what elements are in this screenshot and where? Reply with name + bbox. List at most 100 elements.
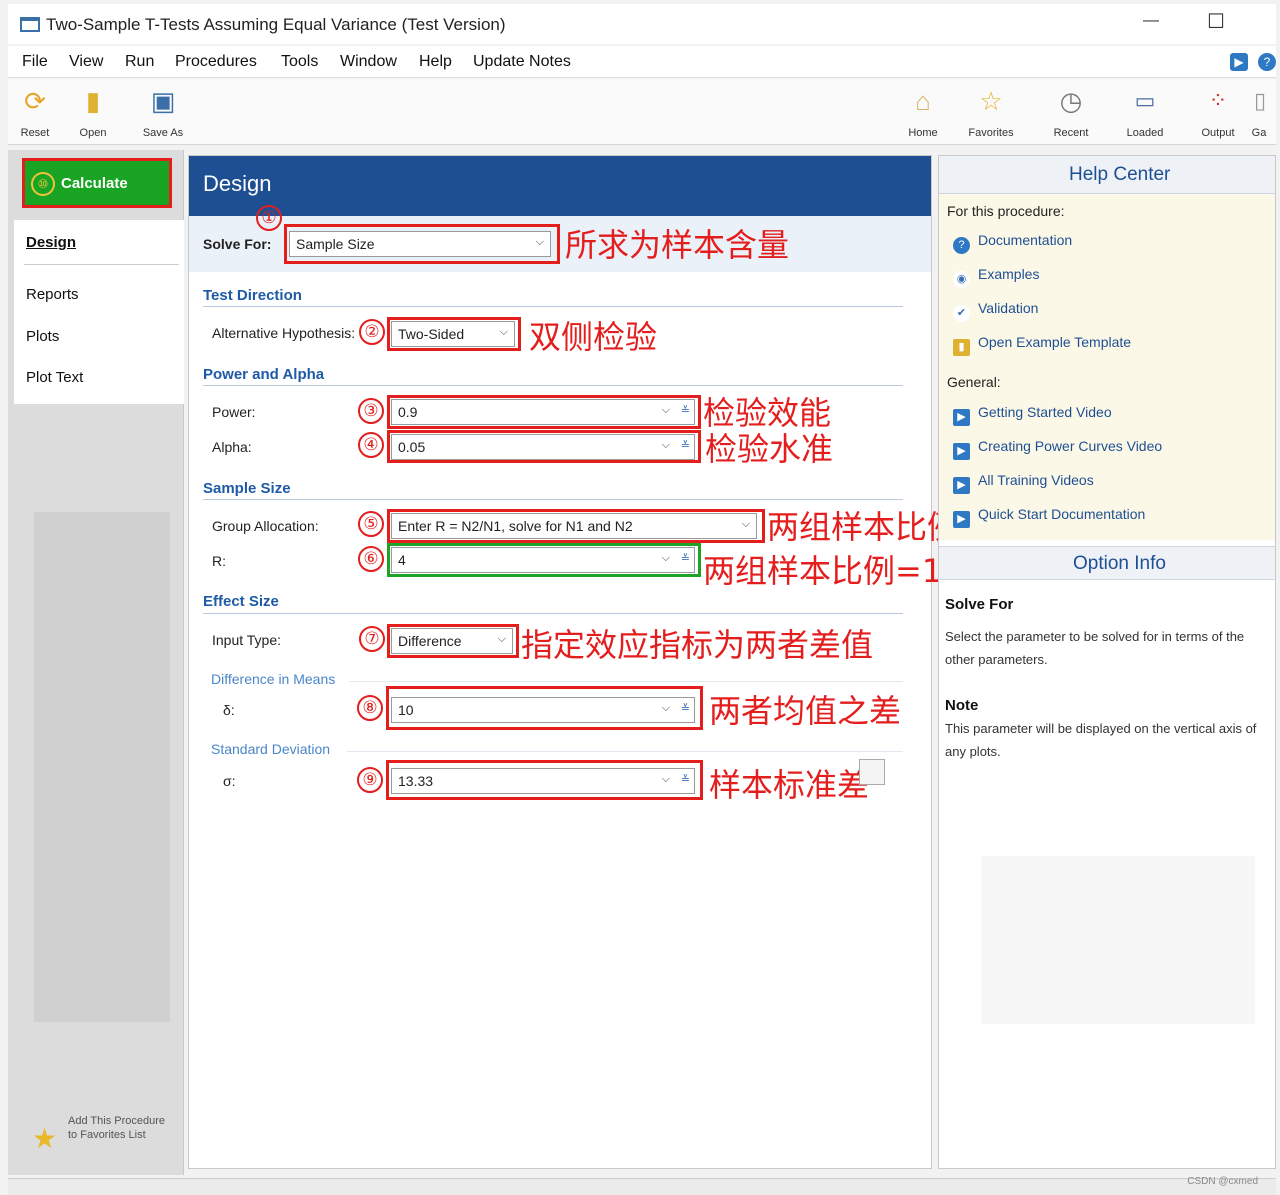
reset-icon: ⟳ — [24, 86, 46, 116]
option-solve-for-text: Select the parameter to be solved for in… — [945, 629, 1245, 667]
link-all-training-videos[interactable]: ▶ All Training Videos — [953, 472, 1094, 494]
nav-empty-area — [34, 512, 170, 1022]
delta-label: δ: — [223, 702, 235, 718]
status-bar — [8, 1178, 1276, 1195]
link-open-example-template-label: Open Example Template — [978, 334, 1132, 350]
help-center-panel: Help Center For this procedure: ? Documen… — [938, 155, 1276, 1169]
option-note-text: This parameter will be displayed on the … — [945, 721, 1257, 759]
section-divider — [203, 613, 903, 614]
annotation-8: 两者均值之差 — [709, 692, 902, 730]
calculate-button[interactable]: ⑩ Calculate — [22, 158, 172, 208]
link-getting-started-video[interactable]: ▶ Getting Started Video — [953, 404, 1112, 426]
annotation-number-9: ⑨ — [357, 767, 383, 793]
menu-run[interactable]: Run — [125, 53, 154, 71]
annotation-number-5: ⑤ — [358, 511, 384, 537]
link-quick-start-documentation[interactable]: ▶ Quick Start Documentation — [953, 506, 1145, 528]
section-power-alpha: Power and Alpha — [203, 366, 325, 383]
nav-plots[interactable]: Plots — [26, 328, 59, 345]
output-button[interactable]: ⁘ Output — [1188, 81, 1248, 143]
sigma-label: σ: — [223, 773, 236, 789]
annotation-box-4 — [387, 430, 701, 463]
gallery-button[interactable]: ▯ Ga — [1244, 81, 1274, 143]
annotation-number-4: ④ — [358, 432, 384, 458]
difference-in-means-label: Difference in Means — [211, 671, 336, 687]
annotation-box-2 — [387, 317, 521, 351]
option-solve-for-heading: Solve For — [945, 596, 1014, 613]
video-icon: ▶ — [953, 477, 970, 494]
annotation-number-1: ① — [256, 205, 282, 231]
add-to-favorites[interactable]: ★ Add This Procedure to Favorites List — [32, 1114, 172, 1162]
section-effect-size: Effect Size — [203, 593, 279, 610]
annotation-9: 样本标准差 — [709, 766, 870, 804]
open-icon: ▮ — [85, 86, 101, 116]
video-icon[interactable]: ▶ — [1230, 53, 1248, 71]
menu-help[interactable]: Help — [419, 53, 452, 71]
help-empty-area — [981, 856, 1255, 1024]
open-button[interactable]: ▮ Open — [63, 81, 123, 143]
annotation-1: 所求为样本含量 — [565, 226, 790, 264]
home-button[interactable]: ⌂ Home — [893, 81, 953, 143]
save-icon: ▣ — [150, 86, 176, 116]
minimize-button[interactable]: — — [1136, 12, 1166, 30]
menu-update-notes[interactable]: Update Notes — [473, 53, 571, 71]
recent-label: Recent — [1053, 127, 1089, 139]
save-as-button[interactable]: ▣ Save As — [133, 81, 193, 143]
nav-plot-text[interactable]: Plot Text — [26, 369, 83, 386]
design-header: Design — [189, 156, 931, 216]
link-validation[interactable]: ✔ Validation — [953, 300, 1038, 322]
annotation-box-5 — [387, 509, 765, 543]
favorites-button[interactable]: ☆ Favorites — [961, 81, 1021, 143]
menu-window[interactable]: Window — [340, 53, 397, 71]
menu-procedures[interactable]: Procedures — [175, 53, 257, 71]
recent-button[interactable]: ◷ Recent — [1041, 81, 1101, 143]
video-icon: ▶ — [953, 409, 970, 426]
annotation-box-8 — [386, 686, 703, 730]
link-open-example-template[interactable]: ▮ Open Example Template — [953, 334, 1131, 356]
link-all-training-videos-label: All Training Videos — [978, 472, 1094, 488]
calculator-icon[interactable] — [859, 759, 885, 785]
design-panel: Design Solve For: Sample Size ⌵ ① 所求为样本含… — [188, 155, 1023, 1169]
link-examples[interactable]: ◉ Examples — [953, 266, 1039, 288]
annotation-6: 两组样本比例=1:4 — [703, 552, 974, 590]
option-info-title: Option Info — [1073, 553, 1166, 574]
menu-bar: File View Run Procedures Tools Window He… — [8, 46, 1276, 78]
loaded-button[interactable]: ▭ Loaded — [1115, 81, 1175, 143]
clock-icon: ◷ — [1059, 86, 1083, 116]
video-icon: ▶ — [953, 511, 970, 528]
link-documentation[interactable]: ? Documentation — [953, 232, 1072, 254]
help-icon[interactable]: ? — [1258, 53, 1276, 71]
annotation-2: 双侧检验 — [529, 318, 658, 356]
calculate-step-number: ⑩ — [31, 172, 55, 196]
maximize-button[interactable]: ☐ — [1201, 9, 1231, 34]
output-label: Output — [1201, 127, 1235, 139]
menu-tools[interactable]: Tools — [281, 53, 318, 71]
save-as-label: Save As — [142, 127, 184, 139]
input-type-label: Input Type: — [212, 632, 282, 648]
group-allocation-label: Group Allocation: — [212, 518, 319, 534]
menu-file[interactable]: File — [22, 53, 48, 71]
reset-button[interactable]: ⟳ Reset — [5, 81, 65, 143]
power-label: Power: — [212, 404, 256, 420]
help-center-header: Help Center — [939, 156, 1275, 194]
nav-reports[interactable]: Reports — [26, 286, 79, 303]
annotation-number-2: ② — [359, 319, 385, 345]
section-divider — [203, 306, 903, 307]
general-label: General: — [947, 374, 1001, 390]
nav-divider — [24, 264, 179, 265]
watermark: CSDN @cxmed — [1187, 1176, 1258, 1187]
annotation-number-6: ⑥ — [358, 546, 384, 572]
link-getting-started-video-label: Getting Started Video — [978, 404, 1112, 420]
nav-design[interactable]: Design — [26, 234, 76, 251]
annotation-box-9 — [386, 760, 703, 800]
calculate-label: Calculate — [61, 175, 128, 192]
app-window: Two-Sample T-Tests Assuming Equal Varian… — [0, 0, 1280, 1195]
help-center-title: Help Center — [1069, 164, 1171, 185]
r-label: R: — [212, 553, 226, 569]
favorite-star-icon: ★ — [32, 1123, 58, 1154]
nav-panel: Design Reports Plots Plot Text — [14, 220, 184, 404]
gallery-label: Ga — [1251, 127, 1267, 139]
link-power-curves-video[interactable]: ▶ Creating Power Curves Video — [953, 438, 1162, 460]
annotation-box-1 — [284, 224, 560, 264]
menu-view[interactable]: View — [69, 53, 103, 71]
standard-deviation-label: Standard Deviation — [211, 741, 331, 757]
